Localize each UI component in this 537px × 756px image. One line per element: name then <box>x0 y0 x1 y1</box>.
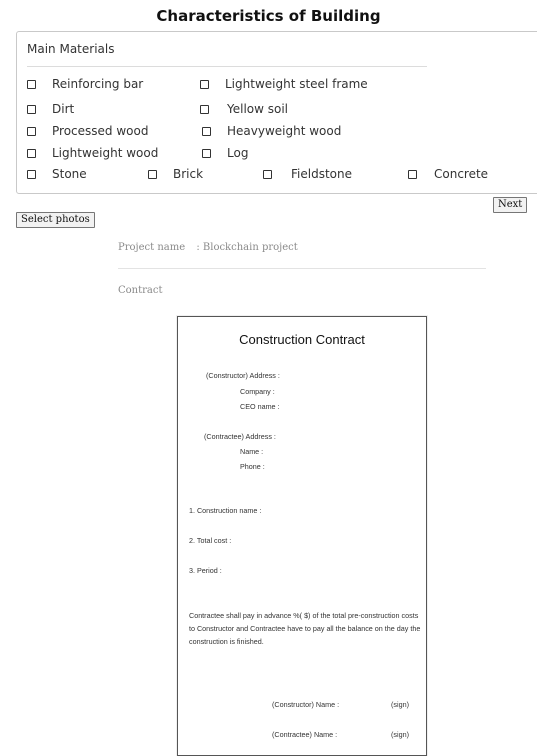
option-label: Lightweight wood <box>52 146 159 160</box>
divider <box>118 268 486 269</box>
option-fieldstone[interactable]: Fieldstone <box>263 167 352 181</box>
payment-paragraph: Contractee shall pay in advance %( $) of… <box>189 611 421 646</box>
option-brick[interactable]: Brick <box>148 167 203 181</box>
fieldstone-checkbox[interactable] <box>263 169 272 179</box>
option-label: Fieldstone <box>291 167 352 181</box>
option-reinforcing-bar[interactable]: Reinforcing bar <box>27 77 143 91</box>
option-label: Log <box>227 146 249 160</box>
option-label: Lightweight steel frame <box>225 77 368 91</box>
option-label: Heavyweight wood <box>227 124 342 138</box>
option-processed-wood[interactable]: Processed wood <box>27 124 148 138</box>
main-materials-header: Main Materials <box>27 42 115 56</box>
yellow-soil-checkbox[interactable] <box>200 104 209 114</box>
next-button[interactable]: Next <box>493 197 528 213</box>
option-dirt[interactable]: Dirt <box>27 102 74 116</box>
option-label: Stone <box>52 167 87 181</box>
processed-wood-checkbox[interactable] <box>27 126 36 136</box>
option-label: Brick <box>173 167 204 181</box>
select-photos-button[interactable]: Select photos <box>16 212 95 228</box>
option-yellow-soil[interactable]: Yellow soil <box>200 102 288 116</box>
contractee-sign-mark: (sign) <box>391 730 409 739</box>
option-label: Processed wood <box>52 124 149 138</box>
project-name-label: Project name <box>118 242 186 253</box>
option-log[interactable]: Log <box>202 146 248 160</box>
contract-title: Construction Contract <box>239 332 365 347</box>
concrete-checkbox[interactable] <box>408 169 417 179</box>
lightweight-wood-checkbox[interactable] <box>27 148 36 158</box>
project-name-value: : Blockchain project <box>196 242 298 253</box>
option-heavyweight-wood[interactable]: Heavyweight wood <box>202 124 341 138</box>
option-label: Reinforcing bar <box>52 77 144 91</box>
constructor-sign-label: (Constructor) Name : <box>272 700 340 709</box>
company-line: Company : <box>240 387 275 396</box>
log-checkbox[interactable] <box>202 148 211 158</box>
option-stone[interactable]: Stone <box>27 167 87 181</box>
option-label: Dirt <box>52 102 75 116</box>
brick-checkbox[interactable] <box>148 169 157 179</box>
contract-document-image: Construction Contract (Constructor) Addr… <box>177 316 427 756</box>
page-title: Characteristics of Building <box>156 7 381 25</box>
option-lightweight-steel-frame[interactable]: Lightweight steel frame <box>200 77 368 91</box>
contract-label: Contract <box>118 285 163 296</box>
contractee-address-line: (Contractee) Address : <box>204 432 276 441</box>
heavyweight-wood-checkbox[interactable] <box>202 126 211 136</box>
option-concrete[interactable]: Concrete <box>408 167 488 181</box>
contractee-name-line: Name : <box>240 447 264 456</box>
contractee-sign-label: (Contractee) Name : <box>272 730 338 739</box>
option-lightweight-wood[interactable]: Lightweight wood <box>27 146 158 160</box>
construction-name-line: 1. Construction name : <box>189 506 262 515</box>
ceo-name-line: CEO name : <box>240 402 280 411</box>
lightweight-steel-frame-checkbox[interactable] <box>200 79 209 89</box>
constructor-sign-mark: (sign) <box>391 700 409 709</box>
divider <box>27 66 427 67</box>
project-name-row: Project name : Blockchain project <box>118 242 298 253</box>
main-materials-panel: Main Materials Reinforcing bar Lightweig… <box>16 31 537 194</box>
stone-checkbox[interactable] <box>27 169 36 179</box>
phone-line: Phone : <box>240 462 265 471</box>
period-line: 3. Period : <box>189 566 222 575</box>
option-label: Concrete <box>434 167 489 181</box>
total-cost-line: 2. Total cost : <box>189 536 232 545</box>
reinforcing-bar-checkbox[interactable] <box>27 79 36 89</box>
dirt-checkbox[interactable] <box>27 104 36 114</box>
option-label: Yellow soil <box>227 102 289 116</box>
constructor-address-line: (Constructor) Address : <box>206 371 280 380</box>
